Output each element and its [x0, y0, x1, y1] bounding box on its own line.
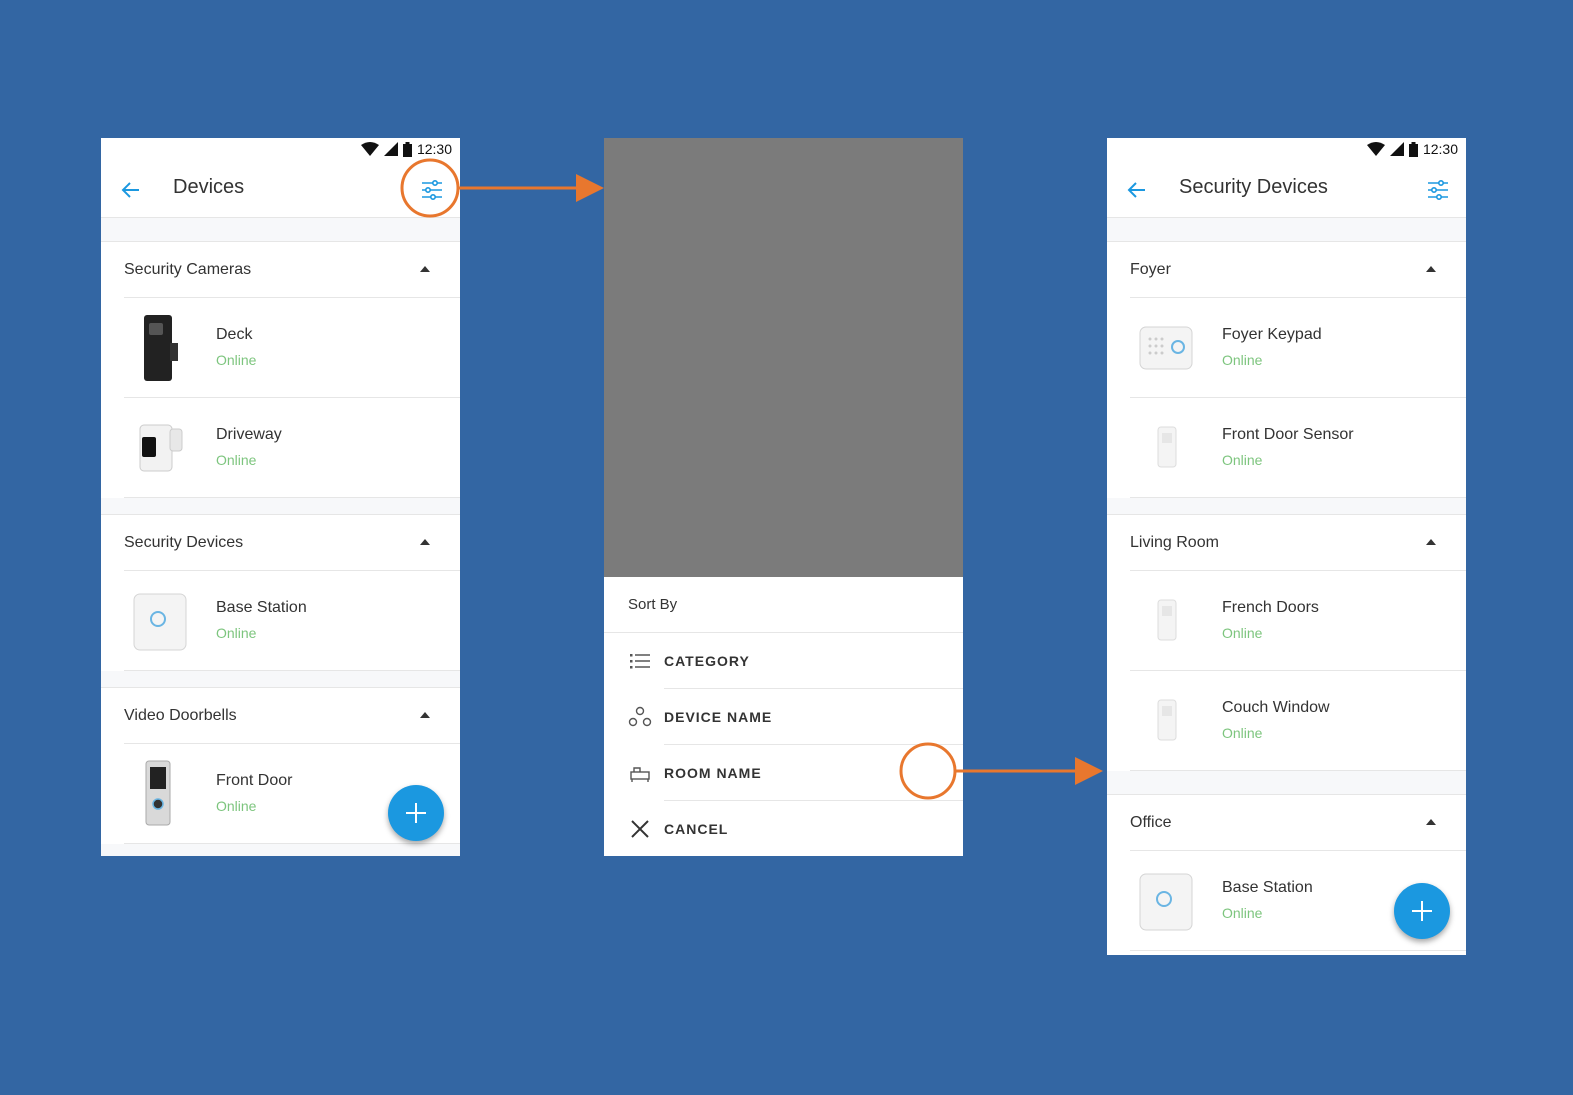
close-icon [631, 820, 649, 838]
back-arrow-icon[interactable] [119, 178, 143, 202]
device-name: Foyer Keypad [1222, 326, 1322, 343]
device-name: Base Station [1222, 879, 1313, 896]
base-station-image [133, 593, 187, 651]
section-label: Office [1130, 814, 1172, 831]
section-spacer [1107, 771, 1466, 795]
collapse-caret-icon[interactable] [1426, 266, 1436, 272]
battery-icon [402, 141, 412, 157]
device-row[interactable]: Foyer Keypad Online [1130, 298, 1466, 398]
section-label: Security Devices [124, 534, 244, 551]
page-title: Devices [173, 176, 245, 198]
collapse-caret-icon[interactable] [420, 712, 430, 718]
device-status: Online [1222, 905, 1263, 921]
section-spacer [101, 671, 460, 688]
sort-option-category[interactable]: CATEGORY [604, 633, 963, 689]
device-status: Online [1222, 625, 1263, 641]
device-name: Front Door [216, 772, 293, 789]
section-spacer [101, 844, 460, 856]
sort-option-cancel[interactable]: CANCEL [604, 801, 963, 856]
section-spacer [1107, 218, 1466, 242]
contact-sensor-image [1157, 599, 1177, 641]
app-bar: Security Devices [1107, 162, 1466, 218]
section-label: Video Doorbells [124, 707, 237, 724]
section-spacer [1107, 498, 1466, 515]
device-row[interactable]: French Doors Online [1130, 571, 1466, 671]
option-label: CANCEL [664, 821, 729, 837]
section-spacer [101, 218, 460, 242]
security-devices-screen: 12:30 Security Devices Foyer Foyer Keypa… [1107, 138, 1466, 955]
collapse-caret-icon[interactable] [1426, 819, 1436, 825]
section-header-security-devices[interactable]: Security Devices [124, 515, 460, 571]
keypad-image [1139, 326, 1193, 370]
sheet-header: Sort By [604, 577, 963, 633]
section-header-security-cameras[interactable]: Security Cameras [124, 242, 460, 298]
option-label: DEVICE NAME [664, 709, 773, 725]
device-status: Online [216, 452, 257, 468]
contact-sensor-image [1157, 426, 1177, 468]
device-name: Front Door Sensor [1222, 426, 1354, 443]
wifi-icon [1366, 142, 1385, 156]
status-time: 12:30 [416, 141, 452, 157]
section-header-foyer[interactable]: Foyer [1130, 242, 1466, 298]
section-header-office[interactable]: Office [1130, 795, 1466, 851]
device-status: Online [216, 798, 257, 814]
filter-sliders-icon[interactable] [1426, 178, 1450, 202]
device-name: Deck [216, 326, 253, 343]
wifi-icon [360, 142, 379, 156]
battery-icon [1408, 141, 1418, 157]
status-bar: 12:30 [1107, 138, 1466, 162]
back-arrow-icon[interactable] [1125, 178, 1149, 202]
device-row[interactable]: Front Door Sensor Online [1130, 398, 1466, 498]
signal-icon [1389, 142, 1404, 156]
device-status: Online [1222, 725, 1263, 741]
device-name: Couch Window [1222, 699, 1330, 716]
collapse-caret-icon[interactable] [420, 266, 430, 272]
option-label: ROOM NAME [664, 765, 762, 781]
section-label: Security Cameras [124, 261, 252, 278]
status-time: 12:30 [1422, 141, 1458, 157]
collapse-caret-icon[interactable] [420, 539, 430, 545]
device-status: Online [1222, 352, 1263, 368]
doorbell-image [145, 760, 171, 826]
sheet-title: Sort By [628, 596, 678, 613]
spotlight-camera-image [139, 424, 183, 472]
device-row[interactable]: Base Station Online [124, 571, 460, 671]
device-name: Base Station [216, 599, 307, 616]
contact-sensor-image [1157, 699, 1177, 741]
device-status: Online [1222, 452, 1263, 468]
circles-icon [628, 706, 652, 727]
flow-arrow-filter-to-sort [400, 158, 604, 218]
list-icon [630, 654, 650, 669]
device-status: Online [216, 625, 257, 641]
room-icon [630, 767, 650, 782]
add-device-button[interactable] [388, 785, 444, 841]
sort-bottom-sheet: Sort By CATEGORY DEVICE NAME ROOM NAME C… [604, 577, 963, 856]
section-label: Foyer [1130, 261, 1171, 278]
device-row[interactable]: Driveway Online [124, 398, 460, 498]
device-name: French Doors [1222, 599, 1319, 616]
option-label: CATEGORY [664, 653, 750, 669]
device-status: Online [216, 352, 257, 368]
section-label: Living Room [1130, 534, 1219, 551]
signal-icon [383, 142, 398, 156]
devices-screen: 12:30 Devices Security Cameras Deck Onli… [101, 138, 460, 856]
flow-arrow-room-name-to-result [899, 742, 1103, 800]
camera-device-image [144, 315, 178, 381]
section-header-video-doorbells[interactable]: Video Doorbells [124, 688, 460, 744]
modal-scrim[interactable] [604, 138, 963, 577]
collapse-caret-icon[interactable] [1426, 539, 1436, 545]
device-row[interactable]: Couch Window Online [1130, 671, 1466, 771]
device-name: Driveway [216, 426, 282, 443]
sort-option-device-name[interactable]: DEVICE NAME [604, 689, 963, 745]
page-title: Security Devices [1179, 176, 1328, 198]
base-station-image [1139, 873, 1193, 931]
device-row[interactable]: Deck Online [124, 298, 460, 398]
add-device-button[interactable] [1394, 883, 1450, 939]
section-header-living-room[interactable]: Living Room [1130, 515, 1466, 571]
section-spacer [101, 498, 460, 515]
